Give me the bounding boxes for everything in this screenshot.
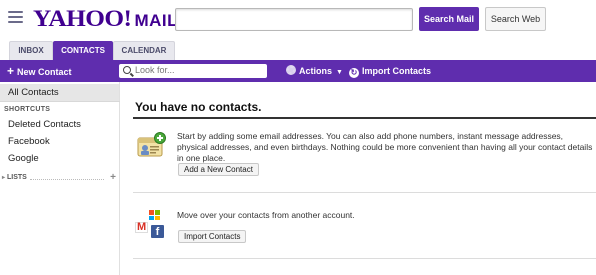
contacts-toolbar: + New Contact Look for... Actions ▼ ↻ Impor… <box>0 60 596 82</box>
yahoo-mail-logo[interactable]: YAHOO! MAIL <box>33 6 178 32</box>
sidebar: All Contacts SHORTCUTS Deleted Contacts … <box>0 82 120 275</box>
gmail-icon: M <box>135 221 148 233</box>
chevron-down-icon: ▼ <box>336 69 343 76</box>
logo-subtext: MAIL <box>134 11 178 30</box>
import-contacts-label: Import Contacts <box>362 66 432 76</box>
sidebar-item-all-contacts[interactable]: All Contacts <box>0 84 119 101</box>
header: YAHOO! MAIL Search Mail Search Web <box>0 0 596 40</box>
gear-icon <box>286 65 296 75</box>
add-new-contact-button[interactable]: Add a New Contact <box>178 163 259 176</box>
import-description: Move over your contacts from another acc… <box>177 210 355 220</box>
sidebar-item-deleted-contacts[interactable]: Deleted Contacts <box>0 117 119 133</box>
search-input[interactable] <box>175 8 413 31</box>
look-for-input[interactable]: Look for... <box>119 64 267 78</box>
main-content: You have no contacts. Start by adding so… <box>121 82 596 275</box>
windows-icon <box>149 210 161 221</box>
app-tabs: INBOX CONTACTS CALENDAR <box>0 40 596 60</box>
plus-icon: + <box>7 64 15 78</box>
new-contact-button[interactable]: + New Contact <box>7 60 72 82</box>
logo-text: YAHOO! <box>33 6 132 31</box>
import-sources-icon: M f <box>135 208 169 240</box>
divider <box>133 117 596 119</box>
tab-inbox[interactable]: INBOX <box>9 41 53 60</box>
divider <box>133 258 596 259</box>
sidebar-item-facebook[interactable]: Facebook <box>0 134 119 150</box>
add-list-icon[interactable]: + <box>110 172 116 183</box>
address-card-icon <box>137 132 167 158</box>
empty-state-description: Start by adding some email addresses. Yo… <box>177 131 593 163</box>
search-mail-button[interactable]: Search Mail <box>419 7 479 31</box>
look-for-placeholder: Look for... <box>135 65 175 75</box>
hamburger-menu-icon[interactable] <box>8 11 23 23</box>
caret-right-icon: ▸ <box>2 175 6 181</box>
import-icon: ↻ <box>349 68 359 78</box>
sidebar-item-google[interactable]: Google <box>0 151 119 167</box>
search-web-button[interactable]: Search Web <box>485 7 546 31</box>
search-icon <box>123 66 131 74</box>
import-contacts-button[interactable]: Import Contacts <box>178 230 247 243</box>
tab-calendar[interactable]: CALENDAR <box>113 41 175 60</box>
facebook-icon: f <box>151 225 164 238</box>
divider <box>133 192 596 193</box>
tab-contacts[interactable]: CONTACTS <box>53 41 113 60</box>
page-title: You have no contacts. <box>135 100 262 114</box>
import-contacts-toolbar-button[interactable]: ↻ Import Contacts <box>349 60 431 82</box>
actions-menu-button[interactable]: Actions ▼ <box>286 60 343 82</box>
actions-label: Actions <box>299 66 333 76</box>
divider <box>30 179 104 180</box>
shortcuts-heading: SHORTCUTS <box>4 106 51 113</box>
divider <box>0 101 120 102</box>
lists-section[interactable]: ▸ LISTS + <box>2 172 116 184</box>
lists-heading: LISTS <box>7 174 27 181</box>
new-contact-label: New Contact <box>17 67 72 77</box>
